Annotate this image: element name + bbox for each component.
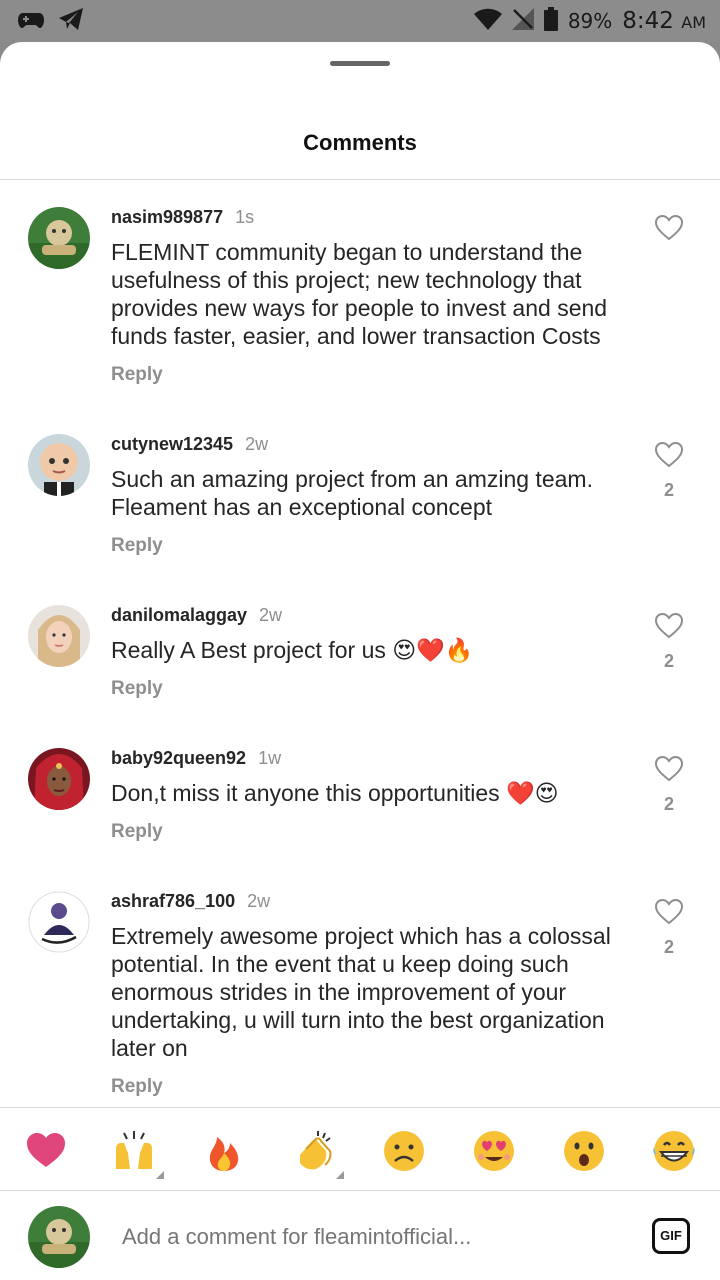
reply-button[interactable]: Reply [111, 364, 641, 386]
heart-outline-icon [652, 215, 686, 241]
status-bar: 89% 8:42 AM [0, 0, 720, 42]
telegram-icon [58, 7, 84, 36]
avatar[interactable] [28, 748, 90, 810]
raising-hands-emoji-icon[interactable] [112, 1129, 164, 1179]
like-button[interactable]: 2 [652, 442, 686, 501]
drag-handle[interactable] [330, 61, 390, 66]
grinning-face-emoji-icon[interactable] [652, 1129, 696, 1173]
heart-outline-icon [652, 899, 686, 925]
heart-outline-icon [652, 442, 686, 468]
timestamp: 2w [245, 434, 269, 454]
current-user-avatar [28, 1206, 90, 1268]
timestamp: 1w [258, 748, 282, 768]
timestamp: 2w [247, 891, 271, 911]
sheet-header: Comments [0, 42, 720, 180]
like-button[interactable]: 2 [652, 756, 686, 815]
battery-percent: 89% [567, 9, 613, 33]
avatar[interactable] [28, 207, 90, 269]
comment-body: baby92queen92 1w Don,t miss it anyone thi… [111, 748, 641, 843]
heart-eyes-face-emoji-icon[interactable] [472, 1129, 516, 1173]
heart-emoji-icon[interactable] [24, 1129, 68, 1173]
like-count: 2 [663, 480, 674, 500]
comment-body: nasim989877 1s FLEMINT community began to… [111, 207, 641, 386]
comment-text: Extremely awesome project which has a co… [111, 923, 611, 1061]
username[interactable]: baby92queen92 [111, 748, 246, 769]
reply-button[interactable]: Reply [111, 821, 641, 843]
timestamp: 2w [259, 605, 283, 625]
skin-tone-indicator [156, 1171, 164, 1179]
comment-text: FLEMINT community began to understand th… [111, 239, 608, 349]
gif-button[interactable]: GIF [652, 1218, 690, 1254]
like-count: 2 [663, 794, 674, 814]
comment-text: Really A Best project for us 😍❤️🔥 [111, 637, 474, 663]
heart-outline-icon [652, 756, 686, 782]
battery-icon [543, 6, 558, 36]
heart-outline-icon [652, 613, 686, 639]
avatar[interactable] [28, 605, 90, 667]
timestamp: 1s [235, 207, 255, 227]
comment-body: danilomalaggay 2w Really A Best project f… [111, 605, 641, 700]
like-button[interactable] [652, 215, 686, 253]
avatar[interactable] [28, 891, 90, 953]
like-count: 2 [663, 651, 674, 671]
comment-body: ashraf786_100 2w Extremely awesome projec… [111, 891, 641, 1098]
like-button[interactable]: 2 [652, 899, 686, 958]
comment-body: cutynew12345 2w Such an amazing project f… [111, 434, 641, 557]
page-title: Comments [303, 130, 417, 155]
avatar[interactable] [28, 434, 90, 496]
comment-input[interactable] [122, 1224, 622, 1250]
reply-button[interactable]: Reply [111, 1076, 641, 1098]
game-controller-icon [18, 9, 44, 34]
comment-composer: GIF [0, 1192, 720, 1280]
comment-text: Don,t miss it anyone this opportunities … [111, 780, 559, 806]
username[interactable]: cutynew12345 [111, 434, 233, 455]
fire-emoji-icon[interactable] [202, 1129, 246, 1173]
reply-button[interactable]: Reply [111, 535, 641, 557]
clapping-hands-emoji-icon[interactable] [292, 1129, 344, 1179]
username[interactable]: danilomalaggay [111, 605, 247, 626]
username[interactable]: ashraf786_100 [111, 891, 235, 912]
wifi-icon [473, 8, 502, 35]
surprised-face-emoji-icon[interactable] [562, 1129, 606, 1173]
like-button[interactable]: 2 [652, 613, 686, 672]
no-signal-icon [511, 7, 534, 35]
quick-reaction-bar [0, 1107, 720, 1191]
comment-text: Such an amazing project from an amzing t… [111, 466, 593, 520]
skin-tone-indicator [336, 1171, 344, 1179]
username[interactable]: nasim989877 [111, 207, 223, 228]
reply-button[interactable]: Reply [111, 678, 641, 700]
like-count: 2 [663, 937, 674, 957]
comments-sheet: Comments nasim989877 1s FLEMINT community… [0, 42, 720, 1280]
sad-face-emoji-icon[interactable] [382, 1129, 426, 1173]
clock: 8:42 AM [622, 8, 706, 34]
